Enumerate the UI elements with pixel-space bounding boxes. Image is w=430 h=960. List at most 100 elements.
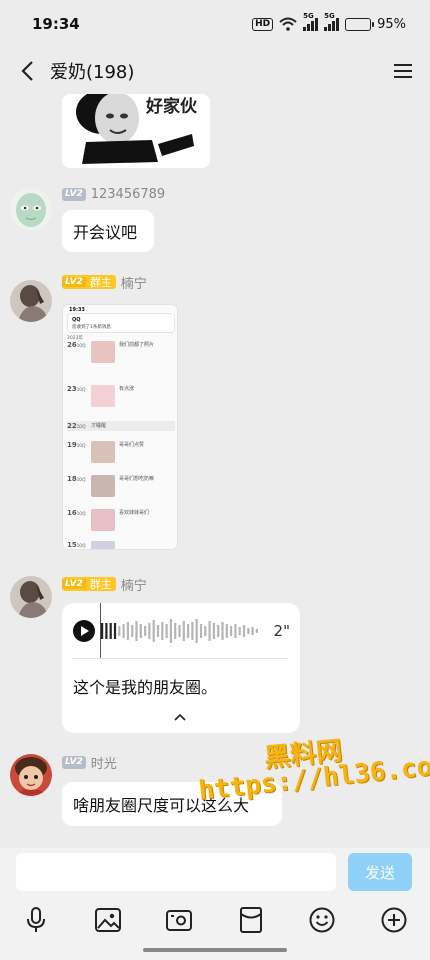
sender-name[interactable]: 楠宁 bbox=[121, 575, 147, 594]
chevron-up-icon[interactable] bbox=[172, 711, 188, 723]
waveform-bar bbox=[230, 626, 233, 636]
image-row-month: 10月 bbox=[76, 387, 86, 392]
sticker-caption: 好家伙 bbox=[146, 97, 197, 117]
waveform-bar bbox=[208, 621, 211, 641]
avatar[interactable] bbox=[10, 576, 52, 618]
chat-message-list[interactable]: 好家伙 LV2 123456789 开会议吧 LV2 群主 楠宁 19:33 Q… bbox=[0, 94, 430, 848]
image-timeline-row: 22 10月 才睡醒 bbox=[67, 421, 175, 431]
waveform-bar bbox=[242, 625, 246, 637]
waveform[interactable] bbox=[99, 603, 269, 659]
waveform-bar bbox=[156, 625, 160, 637]
image-row-month: 10月 bbox=[76, 443, 86, 448]
waveform-bar bbox=[152, 620, 155, 642]
signal-icon-2: 5G bbox=[324, 12, 340, 31]
sender-name[interactable]: 楠宁 bbox=[121, 273, 147, 292]
waveform-bar bbox=[212, 623, 215, 639]
status-time: 19:34 bbox=[32, 15, 80, 33]
avatar[interactable] bbox=[10, 280, 52, 322]
avatar[interactable] bbox=[10, 188, 52, 230]
image-timeline-row: 15 10月 bbox=[67, 541, 119, 549]
image-row-month: 10月 bbox=[76, 543, 86, 548]
sender-name[interactable]: 时光 bbox=[91, 753, 117, 772]
red-packet-icon[interactable] bbox=[237, 906, 265, 934]
owner-badge: LV2 群主 bbox=[62, 275, 116, 289]
input-toolbar bbox=[0, 906, 430, 934]
sticker-message[interactable]: 好家伙 bbox=[62, 94, 210, 168]
waveform-bar bbox=[118, 626, 121, 636]
waveform-bar bbox=[247, 628, 250, 634]
image-timeline-row: 19 10月 哥哥们点赞 bbox=[67, 441, 144, 463]
image-row-caption: 喜欢妹妹哥们 bbox=[119, 510, 150, 516]
waveform-bar bbox=[204, 626, 207, 636]
image-row-thumbnail bbox=[91, 385, 115, 407]
sender-name[interactable]: 123456789 bbox=[91, 187, 165, 202]
image-row-date: 23 bbox=[67, 385, 77, 393]
waveform-bar bbox=[238, 627, 241, 635]
image-row-caption: 有点涨 bbox=[119, 386, 135, 392]
text-bubble[interactable]: 开会议吧 bbox=[62, 210, 154, 252]
owner-badge: LV2 群主 bbox=[62, 577, 116, 591]
image-row-thumbnail bbox=[91, 541, 115, 549]
home-indicator[interactable] bbox=[143, 948, 287, 952]
image-row-month: 10月 bbox=[76, 511, 86, 516]
image-timeline-row: 16 10月 喜欢妹妹哥们 bbox=[67, 509, 149, 531]
waveform-bar bbox=[113, 623, 117, 639]
image-row-caption: 哥哥们想吃奶嘛 bbox=[119, 476, 155, 482]
level-badge: LV2 bbox=[62, 579, 86, 589]
image-notification-card: QQ 您收到了1条新消息 bbox=[67, 313, 175, 333]
voice-transcript: 这个是我的朋友圈。 bbox=[73, 678, 218, 697]
image-timeline-row: 23 10月 有点涨 bbox=[67, 385, 134, 407]
image-row-thumbnail bbox=[91, 341, 115, 363]
image-timeline-row: 18 10月 哥哥们想吃奶嘛 bbox=[67, 475, 154, 497]
message-row: LV2 群主 楠宁 2" 这个是我的朋友圈。 bbox=[0, 574, 430, 734]
microphone-icon[interactable] bbox=[22, 906, 50, 934]
message-text: 开会议吧 bbox=[73, 223, 138, 242]
waveform-bar bbox=[251, 627, 254, 635]
battery-percent: 95% bbox=[377, 16, 406, 32]
back-arrow-icon[interactable] bbox=[14, 58, 40, 84]
role-label: 群主 bbox=[89, 578, 112, 591]
hamburger-menu-icon[interactable] bbox=[390, 58, 416, 84]
waveform-bar bbox=[255, 629, 258, 633]
status-bar: 19:34 HD 5G 5G 95% bbox=[0, 0, 430, 48]
waveform-bar bbox=[148, 623, 151, 639]
plus-icon[interactable] bbox=[380, 906, 408, 934]
level-badge: LV2 bbox=[62, 187, 86, 201]
network-label-1: 5G bbox=[303, 11, 314, 20]
playback-cursor[interactable] bbox=[100, 603, 101, 659]
input-area: 发送 bbox=[0, 848, 430, 960]
image-row-month: 10月 bbox=[76, 477, 86, 482]
camera-icon[interactable] bbox=[165, 906, 193, 934]
image-timeline-row: 26 10月 我们前都了照片 bbox=[67, 341, 154, 363]
role-label: 群主 bbox=[89, 276, 112, 289]
image-row-caption: 才睡醒 bbox=[91, 423, 107, 429]
waveform-bar bbox=[234, 624, 237, 638]
level-badge: LV2 bbox=[62, 277, 86, 287]
message-row: LV2 123456789 开会议吧 bbox=[0, 186, 430, 264]
play-icon[interactable] bbox=[73, 620, 95, 642]
image-row-month: 10月 bbox=[76, 424, 86, 429]
image-notification-title: QQ bbox=[72, 317, 81, 323]
avatar[interactable] bbox=[10, 754, 52, 796]
text-bubble[interactable]: 啥朋友圈尺度可以这么大 bbox=[62, 782, 282, 826]
image-row-date: 18 bbox=[67, 475, 77, 483]
waveform-bar bbox=[144, 626, 147, 636]
voice-divider bbox=[73, 658, 288, 659]
image-icon[interactable] bbox=[94, 906, 122, 934]
image-message[interactable]: 19:33 QQ 您收到了1条新消息 2023年 26 10月 我们前都了照片 23 1… bbox=[62, 304, 178, 550]
send-button[interactable]: 发送 bbox=[348, 853, 412, 891]
waveform-bar bbox=[122, 624, 125, 638]
voice-message-bubble[interactable]: 2" 这个是我的朋友圈。 bbox=[62, 603, 300, 733]
emoji-icon[interactable] bbox=[308, 906, 336, 934]
waveform-bar bbox=[221, 622, 224, 640]
waveform-bar bbox=[199, 624, 203, 638]
group-title[interactable]: 爱奶(198) bbox=[50, 58, 134, 84]
image-row-thumbnail bbox=[91, 441, 115, 463]
sender-line: LV2 时光 bbox=[62, 753, 117, 772]
waveform-bar bbox=[187, 624, 190, 638]
sender-line: LV2 123456789 bbox=[62, 186, 165, 202]
waveform-bar bbox=[217, 625, 220, 637]
waveform-bar bbox=[182, 621, 185, 641]
waveform-bar bbox=[109, 623, 112, 639]
message-input[interactable] bbox=[16, 853, 336, 891]
